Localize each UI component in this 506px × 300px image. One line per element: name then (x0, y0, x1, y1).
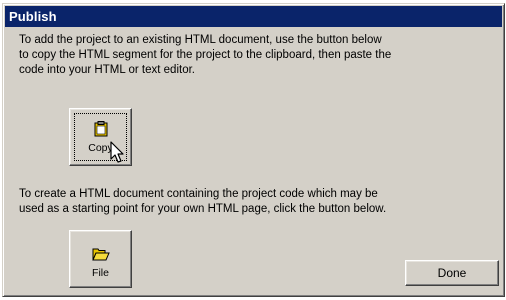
copy-instructions: To add the project to an existing HTML d… (19, 34, 392, 76)
file-button[interactable]: File (69, 230, 132, 288)
clipboard-icon (94, 121, 107, 137)
open-folder-icon (91, 248, 110, 261)
title-bar[interactable]: Publish (5, 6, 502, 27)
dialog-title: Publish (9, 9, 57, 24)
mouse-pointer-icon (110, 141, 124, 163)
file-button-label: File (92, 267, 109, 279)
done-button[interactable]: Done (405, 260, 499, 286)
publish-dialog: Publish To add the project to an existin… (2, 3, 505, 297)
file-instructions: To create a HTML document containing the… (19, 188, 387, 215)
